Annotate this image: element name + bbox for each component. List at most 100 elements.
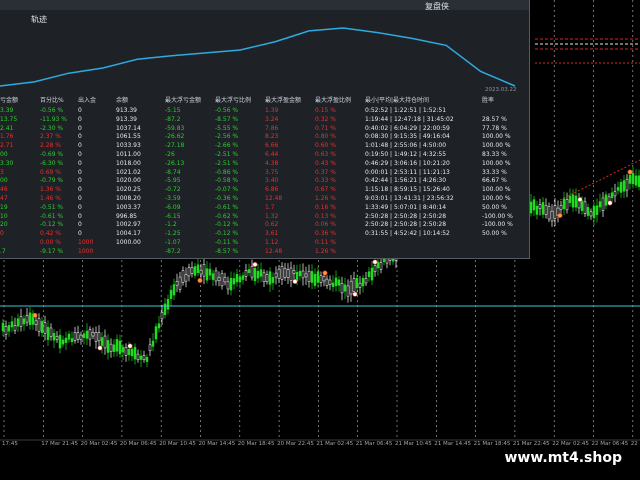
table-cell: 8.23 [265, 133, 279, 141]
candle-body [40, 321, 44, 333]
candle-body [559, 205, 563, 211]
equity-curve-chart [0, 27, 516, 87]
trade-marker[interactable] [352, 291, 358, 297]
table-row[interactable]: 00 -0.69 % 0 1011.00 -26 -2.51 % 6.44 0.63 % 0:1… [0, 150, 529, 159]
table-cell: -2.30 % [40, 124, 64, 132]
table-row[interactable]: 46 1.36 % 0 1020.25 -0.72 -0.07 % 6.86 0.67 % 1:… [0, 185, 529, 194]
table-cell: 0.63 % [315, 151, 336, 158]
table-row[interactable]: 3.30 -6.30 % 0 1018.00 -26.13 -2.51 % 4.38 0.43… [0, 159, 529, 168]
table-cell: 3.75 [265, 168, 279, 176]
table-row[interactable]: 3 0.69 % 0 1021.02 -8.74 -0.86 % 3.75 0.37 % 0:0… [0, 168, 529, 177]
statistics-panel[interactable]: 复盘侠 轨迹 2023.03.22 亏金额 百分比% 出入金 余额 最大浮亏金额 最大浮亏… [0, 0, 530, 259]
candle-body [67, 333, 71, 340]
candle-body [118, 340, 122, 355]
trade-marker[interactable] [292, 278, 298, 284]
table-cell: 913.39 [116, 107, 137, 114]
table-cell: 0.37 % [315, 168, 336, 176]
candle-body [271, 277, 275, 283]
candle-body [232, 278, 236, 285]
trade-marker[interactable] [577, 197, 583, 203]
table-cell: .7 [0, 247, 6, 255]
candle-body [217, 276, 221, 282]
trade-marker[interactable] [557, 213, 563, 219]
trade-marker[interactable] [627, 169, 633, 175]
table-row[interactable]: 2.71 2.28 % 0 1033.93 -27.18 -2.66 % 6.66 0.60 … [0, 141, 529, 150]
table-row[interactable]: .7 -9.17 % 1000 -87.2 -8.57 % 12.48 1.26 % [0, 247, 529, 256]
candle-body [298, 270, 302, 277]
table-cell: 47 [0, 195, 8, 202]
candle-body [349, 280, 353, 295]
candle-body [319, 275, 323, 283]
table-cell: -26.13 [165, 159, 185, 167]
table-row[interactable]: 2.41 -2.30 % 0 1037.14 -59.83 -5.55 % 7.86 0.71… [0, 124, 529, 133]
trade-marker[interactable] [322, 270, 328, 276]
candle-body [628, 174, 632, 184]
table-cell: 0:19:50 | 1:49:12 | 4:32:55 [365, 151, 447, 158]
candle-body [145, 357, 149, 362]
table-cell: 0 [78, 107, 82, 114]
table-cell: -100.00 % [482, 212, 513, 220]
candle-body [307, 270, 311, 283]
time-axis-label: 22 Mar 06:45 [591, 441, 629, 447]
table-cell: 0 [78, 133, 82, 141]
table-row[interactable]: 0.00 % 1000 1000.00 -1.07 -0.11 % 1.12 0.11 % [0, 238, 529, 247]
header-cell: 出入金 [78, 97, 97, 104]
table-row[interactable]: 20 -0.12 % 0 1002.97 -1.2 -0.12 % 0.62 0.06 % 2:… [0, 220, 529, 229]
candle-body [313, 273, 317, 286]
table-row[interactable]: 47 1.46 % 0 1008.20 -3.59 -0.36 % 12.48 1.26 % 9… [0, 194, 529, 203]
candle-body [604, 194, 608, 206]
table-cell: 100.00 % [482, 159, 511, 167]
table-cell: -0.62 % [215, 212, 239, 220]
candle-body [22, 318, 26, 325]
candle-body [64, 337, 68, 343]
table-cell: 0 [78, 230, 82, 238]
header-cell: 最小|平均|最大持仓时间 [365, 97, 430, 104]
table-cell: 0 [78, 186, 82, 194]
candle-body [259, 269, 263, 277]
candle-body [568, 195, 572, 204]
candle-body [370, 267, 374, 281]
trade-marker[interactable] [32, 312, 38, 318]
table-cell: 1002.97 [116, 221, 141, 229]
table-row[interactable]: 19 -0.51 % 0 1003.37 -6.09 -0.61 % 1.7 0.16 % 1:… [0, 203, 529, 212]
candle-body [562, 198, 566, 209]
candle-body [112, 344, 116, 352]
trade-marker[interactable] [127, 343, 133, 349]
candle-body [202, 264, 206, 277]
trade-marker[interactable] [97, 345, 103, 351]
trade-marker[interactable] [252, 261, 258, 267]
trade-marker[interactable] [197, 277, 203, 283]
candle-body [88, 329, 92, 340]
trade-marker[interactable] [607, 200, 613, 206]
candle-body [178, 276, 182, 290]
time-axis-label: 22 Mar 02:45 [552, 441, 589, 447]
candle-body [247, 269, 251, 274]
candle-body [19, 316, 23, 327]
candle-body [547, 206, 551, 220]
table-cell: 0.06 % [315, 221, 336, 229]
watermark: www.mt4.shop [504, 450, 622, 466]
table-cell: 1000 [78, 247, 94, 255]
candle-body [595, 205, 599, 215]
table-row[interactable]: 00 -0.79 % 0 1020.00 -5.95 -0.58 % 3.40 0.33 % 0… [0, 176, 529, 185]
table-row[interactable]: 3.39 -0.56 % 0 913.39 -5.15 -0.56 % 1.39 0.15 %… [0, 106, 529, 115]
table-cell: 1020.25 [116, 186, 141, 194]
table-row[interactable]: 13.75 -11.93 % 0 913.39 -87.2 -8.57 % 3.24 0.32… [0, 115, 529, 124]
table-row[interactable]: 0 0.42 % 0 1004.17 -1.25 -0.12 % 3.61 0.36 % 0:3… [0, 229, 529, 238]
table-cell: 1:33:49 | 5:07:01 | 8:40:14 [365, 203, 447, 211]
table-cell: 3.24 [265, 115, 279, 123]
table-cell: 9:03:01 | 13:41:31 | 23:56:32 [365, 195, 454, 202]
table-cell: 66.67 % [482, 177, 507, 185]
table-cell: 1021.02 [116, 168, 141, 176]
table-row[interactable]: 1.76 2.37 % 0 1061.55 -26.62 -2.56 % 8.23 0.80 … [0, 132, 529, 141]
table-cell: -0.61 % [40, 212, 64, 220]
table-cell: 1008.20 [116, 195, 141, 202]
table-cell: 100.00 % [482, 142, 511, 150]
table-cell: 46 [0, 186, 8, 194]
table-cell: 0 [78, 212, 82, 220]
candle-body [619, 182, 623, 193]
table-cell: 0 [78, 142, 82, 150]
trade-marker[interactable] [372, 259, 378, 265]
candle-body [532, 199, 536, 211]
table-row[interactable]: 10 -0.61 % 0 996.85 -6.15 -0.62 % 1.32 0.13 % 2:… [0, 212, 529, 221]
